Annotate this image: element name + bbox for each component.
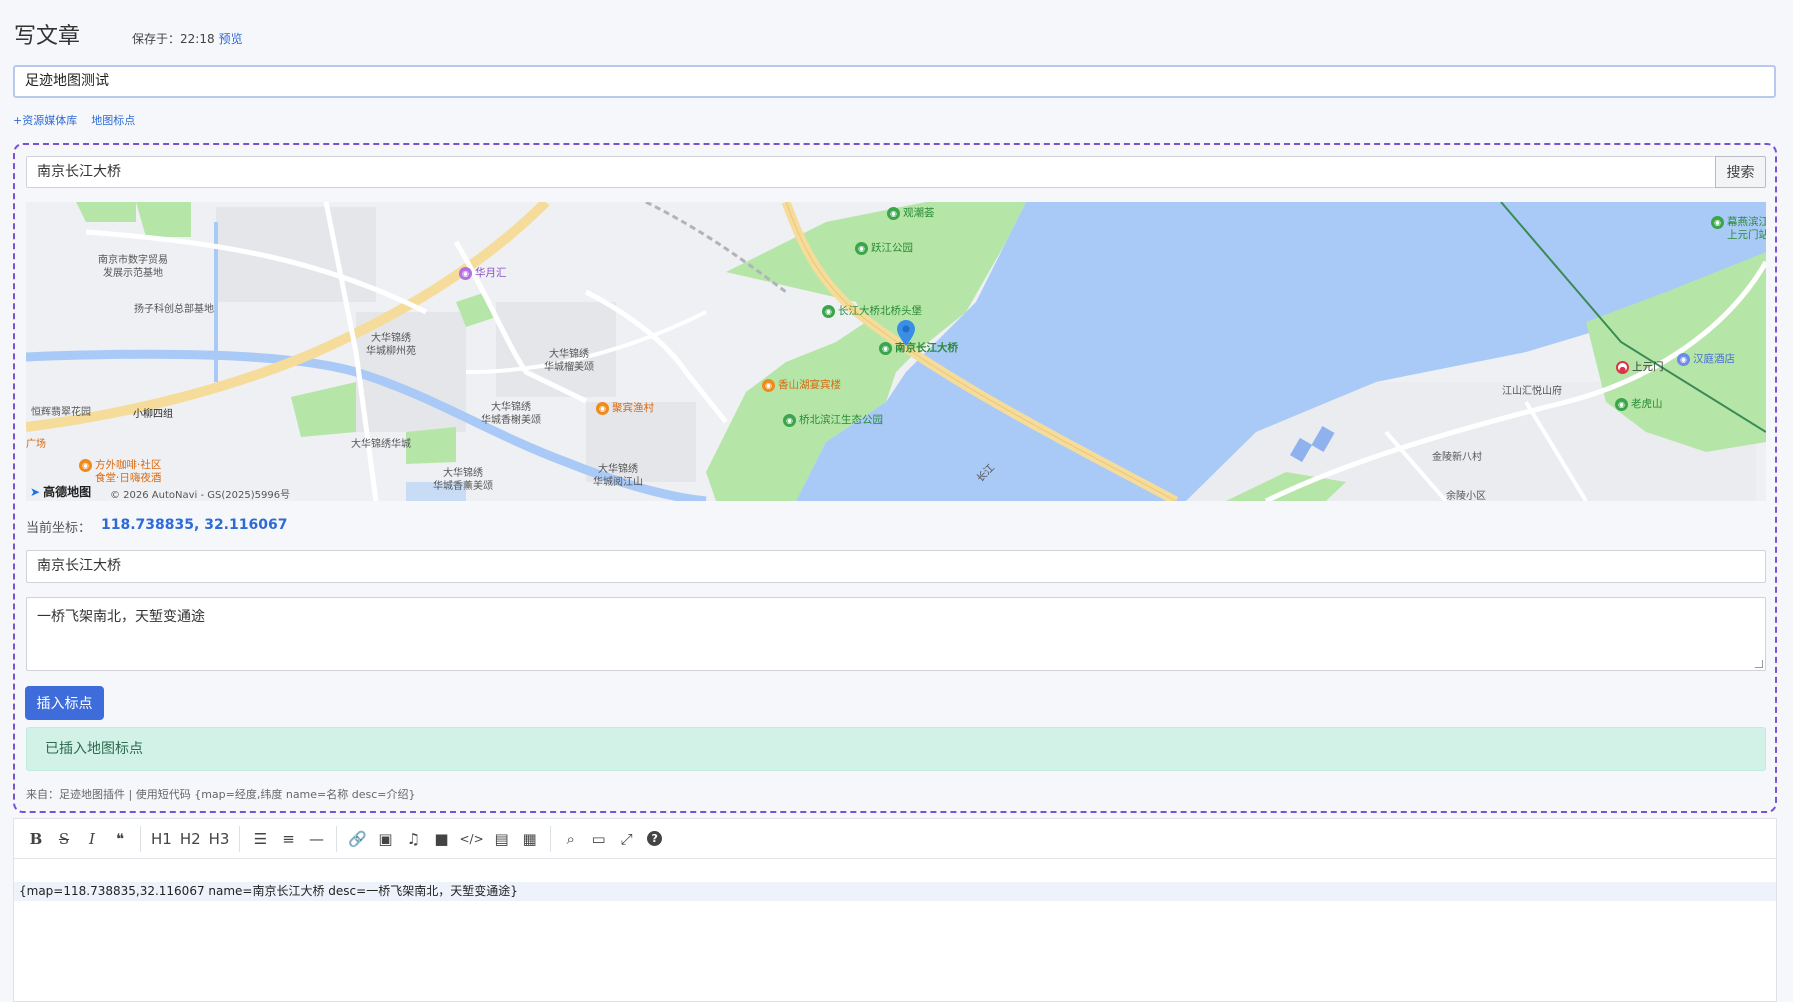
metro-icon: ● xyxy=(1616,361,1629,374)
editor-content[interactable]: {map=118.738835,32.116067 name=南京长江大桥 de… xyxy=(14,859,1776,901)
map-label: 大华锦绣 华城榴美颂 xyxy=(544,349,594,373)
poi-icon: ◉ xyxy=(459,267,472,280)
preview-icon[interactable]: ▭ xyxy=(585,824,613,854)
map-label: 大华锦绣 华城香榭美颂 xyxy=(481,402,541,426)
poi-icon: ◉ xyxy=(783,414,796,427)
map-label: 大华锦绣华城 xyxy=(351,439,411,450)
poi-xiangshanhu[interactable]: ◉ 香山湖宴宾楼 xyxy=(762,379,841,392)
poi-fangwai-cafe[interactable]: ◉ 方外咖啡·社区 食堂·日嗨夜酒 xyxy=(79,459,161,485)
resize-grip-icon[interactable] xyxy=(1755,660,1763,668)
poi-icon: ◉ xyxy=(855,242,868,255)
video-icon[interactable]: ■ xyxy=(427,824,455,854)
table-icon[interactable]: ▦ xyxy=(516,824,544,854)
poi-icon: ◉ xyxy=(879,342,892,355)
map-label: 江山汇悦山府 xyxy=(1502,386,1562,397)
toolbar-divider xyxy=(140,825,141,852)
coordinate-label: 当前坐标： xyxy=(26,521,92,536)
poi-icon: ◉ xyxy=(1615,398,1628,411)
poi-icon: ◉ xyxy=(79,459,92,472)
editor-line: {map=118.738835,32.116067 name=南京长江大桥 de… xyxy=(14,882,1776,901)
poi-huayuehui[interactable]: ◉ 华月汇 xyxy=(459,267,507,280)
map-label: 大华锦绣 华城阅江山 xyxy=(593,464,643,488)
insert-marker-button[interactable]: 插入标点 xyxy=(25,686,104,720)
poi-nanjing-bridge[interactable]: ◉ 南京长江大桥 xyxy=(879,342,958,355)
code-icon[interactable]: </> xyxy=(455,824,487,854)
page-header: 写文章 保存于：22:18 预览 xyxy=(14,18,243,50)
poi-icon: ◉ xyxy=(822,305,835,318)
strikethrough-icon[interactable]: S xyxy=(50,824,78,854)
heading2-button[interactable]: H2 xyxy=(176,824,205,854)
plugin-footnote: 来自：足迹地图插件 | 使用短代码 {map=经度,纬度 name=名称 des… xyxy=(26,788,416,801)
coordinate-row: 当前坐标： 118.738835, 32.116067 xyxy=(26,517,287,536)
editor-toolbar: B S I ❝ H1 H2 H3 ☰ ≡ — 🔗 ▣ ♫ ■ </> ▤ ▦ ⌕… xyxy=(14,819,1776,859)
heading3-button[interactable]: H3 xyxy=(205,824,234,854)
map-search-button[interactable]: 搜索 xyxy=(1715,156,1766,188)
poi-icon: ◉ xyxy=(887,207,900,220)
map-label: 广场 xyxy=(26,439,46,450)
poi-guanchaohui[interactable]: ◉ 观潮荟 xyxy=(887,207,935,220)
search-icon[interactable]: ⌕ xyxy=(557,824,585,854)
poi-bridge-north-tower[interactable]: ◉ 长江大桥北桥头堡 xyxy=(822,305,922,318)
save-status: 保存于：22:18 xyxy=(132,32,215,46)
marker-name-input[interactable]: 南京长江大桥 xyxy=(26,550,1766,583)
preview-link[interactable]: 预览 xyxy=(219,30,243,47)
marker-desc-textarea[interactable]: 一桥飞架南北，天堑变通途 xyxy=(26,597,1766,671)
map-search-input[interactable]: 南京长江大桥 xyxy=(26,156,1715,188)
success-alert: 已插入地图标点 xyxy=(26,727,1766,771)
location-marker-icon[interactable] xyxy=(897,320,915,346)
poi-muyan-station[interactable]: ◉ 幕燕滨江 上元门站 xyxy=(1711,216,1766,242)
italic-icon[interactable]: I xyxy=(78,824,106,854)
bold-icon[interactable]: B xyxy=(22,824,50,854)
heading1-button[interactable]: H1 xyxy=(147,824,176,854)
post-title-input[interactable]: 足迹地图测试 xyxy=(13,65,1776,98)
poi-icon: ◉ xyxy=(1711,216,1724,229)
map-copyright: © 2026 AutoNavi - GS(2025)5996号 xyxy=(110,490,291,501)
file-code-icon[interactable]: ▤ xyxy=(488,824,516,854)
poi-riverside-park[interactable]: ◉ 桥北滨江生态公园 xyxy=(783,414,883,427)
poi-icon: ◉ xyxy=(596,402,609,415)
poi-yuejiang-park[interactable]: ◉ 跃江公园 xyxy=(855,242,913,255)
map-label: 金陵新八村 xyxy=(1432,452,1482,463)
map-label: 恒辉翡翠花园 xyxy=(31,407,91,418)
poi-laohushan[interactable]: ◉ 老虎山 xyxy=(1615,398,1663,411)
map-label: 大华锦绣 华城柳州苑 xyxy=(366,333,416,357)
toolbar-divider xyxy=(549,825,551,852)
help-icon[interactable]: ? xyxy=(641,824,669,854)
unordered-list-icon[interactable]: ☰ xyxy=(246,824,274,854)
horizontal-rule-icon[interactable]: — xyxy=(302,824,330,854)
map-label: 大华锦绣 华城香薰美颂 xyxy=(433,468,493,492)
media-library-link[interactable]: +资源媒体库 xyxy=(13,112,77,128)
map-label: 扬子科创总部基地 xyxy=(134,304,214,315)
map-label: 余陵小区 xyxy=(1446,491,1486,501)
map-view[interactable]: 南京市数字贸易 发展示范基地 扬子科创总部基地 大华锦绣 华城柳州苑 大华锦绣 … xyxy=(26,202,1766,501)
markdown-editor: B S I ❝ H1 H2 H3 ☰ ≡ — 🔗 ▣ ♫ ■ </> ▤ ▦ ⌕… xyxy=(13,818,1777,1002)
map-logo: ➤ 高德地图 xyxy=(30,484,92,500)
image-icon[interactable]: ▣ xyxy=(371,824,399,854)
fullscreen-icon[interactable]: ⤢ xyxy=(613,824,641,854)
toolbar-divider xyxy=(336,825,338,852)
coordinate-value: 118.738835, 32.116067 xyxy=(101,517,288,533)
map-label: 小柳四组 xyxy=(133,409,173,420)
poi-jubinyucun[interactable]: ◉ 聚宾渔村 xyxy=(596,402,654,415)
poi-hanting-hotel[interactable]: ◉ 汉庭酒店 xyxy=(1677,353,1735,366)
map-label: 南京市数字贸易 发展示范基地 xyxy=(98,255,168,279)
toolbar-divider xyxy=(239,825,241,852)
poi-icon: ◉ xyxy=(1677,353,1690,366)
link-icon[interactable]: 🔗 xyxy=(343,824,371,854)
map-plugin-panel: 南京长江大桥 搜索 南京市数字贸易 发展示范基地 扬子科创总部基地 大华锦绣 华… xyxy=(13,143,1777,813)
marker-desc-text: 一桥飞架南北，天堑变通途 xyxy=(37,609,205,625)
map-marker-link[interactable]: 地图标点 xyxy=(91,112,135,128)
page-title: 写文章 xyxy=(14,24,81,49)
editor-links: +资源媒体库 地图标点 xyxy=(13,112,135,128)
ordered-list-icon[interactable]: ≡ xyxy=(274,824,302,854)
poi-icon: ◉ xyxy=(762,379,775,392)
quote-icon[interactable]: ❝ xyxy=(106,824,134,854)
map-search-row: 南京长江大桥 搜索 xyxy=(26,156,1766,188)
poi-shangyuanmen[interactable]: ● 上元门 xyxy=(1616,361,1664,374)
amap-logo-icon: ➤ xyxy=(30,484,41,499)
music-icon[interactable]: ♫ xyxy=(399,824,427,854)
